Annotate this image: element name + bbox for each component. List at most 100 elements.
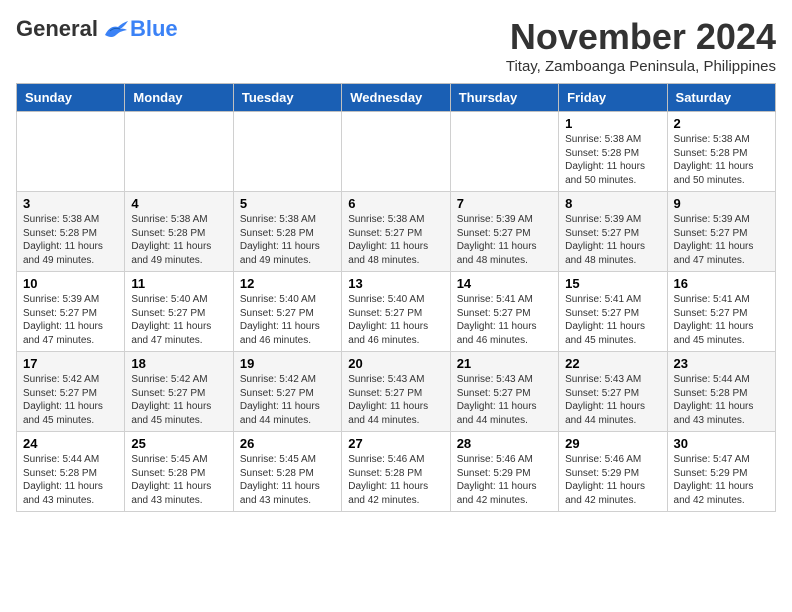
day-info: Sunrise: 5:44 AM Sunset: 5:28 PM Dayligh…	[23, 453, 118, 507]
day-number: 4	[131, 196, 226, 211]
day-cell: 13 Sunrise: 5:40 AM Sunset: 5:27 PM Dayli…	[342, 272, 450, 352]
day-cell: 30 Sunrise: 5:47 AM Sunset: 5:29 PM Dayli…	[667, 432, 775, 512]
weekday-header-thursday: Thursday	[450, 84, 558, 112]
day-info: Sunrise: 5:45 AM Sunset: 5:28 PM Dayligh…	[240, 453, 335, 507]
day-cell: 17 Sunrise: 5:42 AM Sunset: 5:27 PM Dayli…	[17, 352, 125, 432]
day-cell: 24 Sunrise: 5:44 AM Sunset: 5:28 PM Dayli…	[17, 432, 125, 512]
month-title: November 2024	[506, 16, 776, 58]
day-cell: 25 Sunrise: 5:45 AM Sunset: 5:28 PM Dayli…	[125, 432, 233, 512]
location-title: Titay, Zamboanga Peninsula, Philippines	[506, 58, 776, 75]
day-info: Sunrise: 5:38 AM Sunset: 5:28 PM Dayligh…	[23, 213, 118, 267]
day-cell	[342, 112, 450, 192]
day-number: 29	[565, 436, 660, 451]
week-row-3: 10 Sunrise: 5:39 AM Sunset: 5:27 PM Dayli…	[17, 272, 776, 352]
day-number: 17	[23, 356, 118, 371]
day-info: Sunrise: 5:38 AM Sunset: 5:28 PM Dayligh…	[131, 213, 226, 267]
day-cell: 11Sunrise: 5:40 AM Sunset: 5:27 PM Dayli…	[125, 272, 233, 352]
weekday-header-wednesday: Wednesday	[342, 84, 450, 112]
logo-blue-text: Blue	[130, 16, 178, 42]
day-cell: 18Sunrise: 5:42 AM Sunset: 5:27 PM Dayli…	[125, 352, 233, 432]
day-cell: 29Sunrise: 5:46 AM Sunset: 5:29 PM Dayli…	[559, 432, 667, 512]
day-info: Sunrise: 5:43 AM Sunset: 5:27 PM Dayligh…	[457, 373, 552, 427]
day-number: 14	[457, 276, 552, 291]
day-info: Sunrise: 5:38 AM Sunset: 5:28 PM Dayligh…	[674, 133, 769, 187]
day-cell: 14 Sunrise: 5:41 AM Sunset: 5:27 PM Dayli…	[450, 272, 558, 352]
day-cell	[17, 112, 125, 192]
day-cell: 20 Sunrise: 5:43 AM Sunset: 5:27 PM Dayli…	[342, 352, 450, 432]
day-info: Sunrise: 5:39 AM Sunset: 5:27 PM Dayligh…	[565, 213, 660, 267]
day-cell: 4 Sunrise: 5:38 AM Sunset: 5:28 PM Daylig…	[125, 192, 233, 272]
week-row-1: 1Sunrise: 5:38 AM Sunset: 5:28 PM Daylig…	[17, 112, 776, 192]
day-number: 19	[240, 356, 335, 371]
weekday-header-saturday: Saturday	[667, 84, 775, 112]
day-cell: 28 Sunrise: 5:46 AM Sunset: 5:29 PM Dayli…	[450, 432, 558, 512]
day-number: 22	[565, 356, 660, 371]
calendar-table: SundayMondayTuesdayWednesdayThursdayFrid…	[16, 83, 776, 512]
day-cell: 7 Sunrise: 5:39 AM Sunset: 5:27 PM Daylig…	[450, 192, 558, 272]
day-info: Sunrise: 5:40 AM Sunset: 5:27 PM Dayligh…	[240, 293, 335, 347]
logo: General Blue	[16, 16, 178, 42]
day-number: 8	[565, 196, 660, 211]
logo-bird-icon	[100, 17, 130, 41]
day-info: Sunrise: 5:39 AM Sunset: 5:27 PM Dayligh…	[23, 293, 118, 347]
day-cell: 10 Sunrise: 5:39 AM Sunset: 5:27 PM Dayli…	[17, 272, 125, 352]
day-cell: 8 Sunrise: 5:39 AM Sunset: 5:27 PM Daylig…	[559, 192, 667, 272]
day-number: 26	[240, 436, 335, 451]
day-number: 9	[674, 196, 769, 211]
day-cell: 23 Sunrise: 5:44 AM Sunset: 5:28 PM Dayli…	[667, 352, 775, 432]
day-number: 12	[240, 276, 335, 291]
day-cell: 15Sunrise: 5:41 AM Sunset: 5:27 PM Dayli…	[559, 272, 667, 352]
logo-general-text: General	[16, 16, 98, 42]
day-cell	[233, 112, 341, 192]
weekday-header-tuesday: Tuesday	[233, 84, 341, 112]
day-cell: 1Sunrise: 5:38 AM Sunset: 5:28 PM Daylig…	[559, 112, 667, 192]
day-cell: 5Sunrise: 5:38 AM Sunset: 5:28 PM Daylig…	[233, 192, 341, 272]
page-header: General Blue November 2024 Titay, Zamboa…	[16, 16, 776, 75]
day-number: 28	[457, 436, 552, 451]
week-row-4: 17 Sunrise: 5:42 AM Sunset: 5:27 PM Dayli…	[17, 352, 776, 432]
day-cell: 3 Sunrise: 5:38 AM Sunset: 5:28 PM Daylig…	[17, 192, 125, 272]
day-info: Sunrise: 5:38 AM Sunset: 5:28 PM Dayligh…	[240, 213, 335, 267]
day-info: Sunrise: 5:47 AM Sunset: 5:29 PM Dayligh…	[674, 453, 769, 507]
day-info: Sunrise: 5:44 AM Sunset: 5:28 PM Dayligh…	[674, 373, 769, 427]
day-cell: 12 Sunrise: 5:40 AM Sunset: 5:27 PM Dayli…	[233, 272, 341, 352]
day-info: Sunrise: 5:43 AM Sunset: 5:27 PM Dayligh…	[565, 373, 660, 427]
day-number: 20	[348, 356, 443, 371]
day-number: 30	[674, 436, 769, 451]
day-info: Sunrise: 5:41 AM Sunset: 5:27 PM Dayligh…	[457, 293, 552, 347]
title-area: November 2024 Titay, Zamboanga Peninsula…	[506, 16, 776, 75]
day-number: 27	[348, 436, 443, 451]
day-info: Sunrise: 5:41 AM Sunset: 5:27 PM Dayligh…	[674, 293, 769, 347]
day-info: Sunrise: 5:42 AM Sunset: 5:27 PM Dayligh…	[131, 373, 226, 427]
day-number: 24	[23, 436, 118, 451]
day-info: Sunrise: 5:42 AM Sunset: 5:27 PM Dayligh…	[240, 373, 335, 427]
weekday-header-monday: Monday	[125, 84, 233, 112]
day-info: Sunrise: 5:46 AM Sunset: 5:29 PM Dayligh…	[457, 453, 552, 507]
day-cell: 27 Sunrise: 5:46 AM Sunset: 5:28 PM Dayli…	[342, 432, 450, 512]
week-row-2: 3 Sunrise: 5:38 AM Sunset: 5:28 PM Daylig…	[17, 192, 776, 272]
day-number: 3	[23, 196, 118, 211]
day-number: 25	[131, 436, 226, 451]
day-info: Sunrise: 5:46 AM Sunset: 5:28 PM Dayligh…	[348, 453, 443, 507]
day-number: 23	[674, 356, 769, 371]
day-cell: 6Sunrise: 5:38 AM Sunset: 5:27 PM Daylig…	[342, 192, 450, 272]
day-number: 13	[348, 276, 443, 291]
day-cell: 26 Sunrise: 5:45 AM Sunset: 5:28 PM Dayli…	[233, 432, 341, 512]
day-info: Sunrise: 5:40 AM Sunset: 5:27 PM Dayligh…	[348, 293, 443, 347]
weekday-header-row: SundayMondayTuesdayWednesdayThursdayFrid…	[17, 84, 776, 112]
day-info: Sunrise: 5:43 AM Sunset: 5:27 PM Dayligh…	[348, 373, 443, 427]
day-info: Sunrise: 5:45 AM Sunset: 5:28 PM Dayligh…	[131, 453, 226, 507]
day-number: 16	[674, 276, 769, 291]
day-info: Sunrise: 5:42 AM Sunset: 5:27 PM Dayligh…	[23, 373, 118, 427]
day-info: Sunrise: 5:41 AM Sunset: 5:27 PM Dayligh…	[565, 293, 660, 347]
day-info: Sunrise: 5:38 AM Sunset: 5:27 PM Dayligh…	[348, 213, 443, 267]
weekday-header-friday: Friday	[559, 84, 667, 112]
day-number: 7	[457, 196, 552, 211]
day-info: Sunrise: 5:39 AM Sunset: 5:27 PM Dayligh…	[457, 213, 552, 267]
day-cell: 9Sunrise: 5:39 AM Sunset: 5:27 PM Daylig…	[667, 192, 775, 272]
day-info: Sunrise: 5:40 AM Sunset: 5:27 PM Dayligh…	[131, 293, 226, 347]
day-cell: 2Sunrise: 5:38 AM Sunset: 5:28 PM Daylig…	[667, 112, 775, 192]
day-number: 10	[23, 276, 118, 291]
day-cell: 19 Sunrise: 5:42 AM Sunset: 5:27 PM Dayli…	[233, 352, 341, 432]
weekday-header-sunday: Sunday	[17, 84, 125, 112]
